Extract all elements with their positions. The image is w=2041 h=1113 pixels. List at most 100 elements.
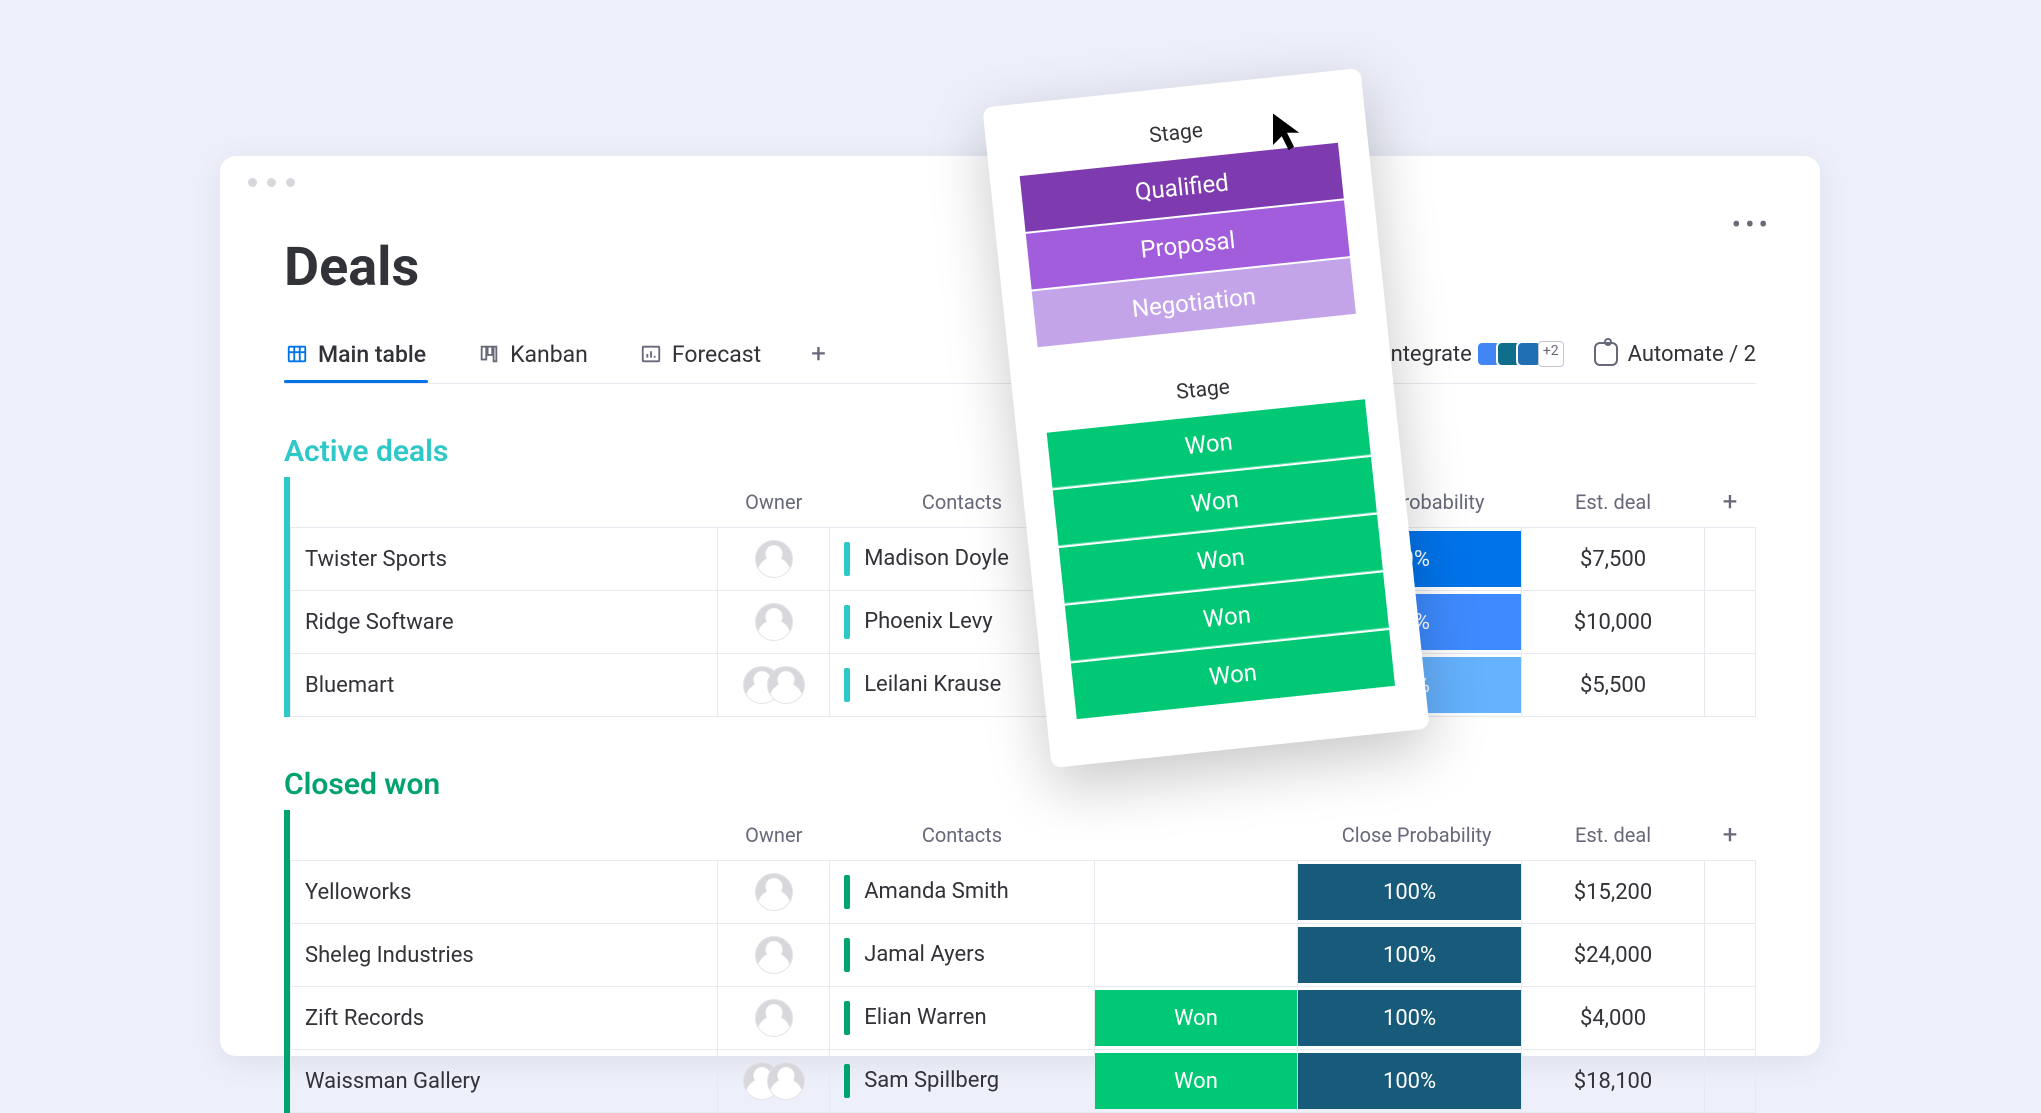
traffic-dot <box>248 178 257 187</box>
probability-cell[interactable]: 100% <box>1298 987 1522 1050</box>
probability-value: 100% <box>1298 927 1521 983</box>
avatar <box>755 999 793 1037</box>
automate-button[interactable]: Automate / 2 <box>1594 342 1756 367</box>
integration-icons: +2 <box>1482 341 1564 367</box>
tab-main-table[interactable]: Main table <box>284 341 428 382</box>
tab-label: Main table <box>318 341 426 368</box>
stage-cell[interactable]: Won <box>1094 1050 1297 1113</box>
cell-empty <box>1705 591 1756 654</box>
table-icon <box>286 343 308 365</box>
deal-name[interactable]: Bluemart <box>291 654 718 717</box>
integration-more-badge: +2 <box>1538 341 1564 367</box>
probability-cell[interactable]: 100% <box>1298 861 1522 924</box>
deal-name[interactable]: Yelloworks <box>291 861 718 924</box>
owner-cell[interactable] <box>718 987 830 1050</box>
table-row[interactable]: Waissman Gallery Sam Spillberg Won 100% … <box>291 1050 1756 1113</box>
right-tools: Integrate +2 Automate / 2 <box>1385 341 1756 381</box>
contact-name: Jamal Ayers <box>864 942 985 967</box>
contact-color-bar <box>844 542 850 576</box>
group-active-deals: Owner Contacts Close Probability Est. de… <box>284 477 1756 717</box>
column-header-contacts[interactable]: Contacts <box>830 810 1095 861</box>
contact-color-bar <box>844 938 850 972</box>
more-menu-icon[interactable]: ••• <box>1732 208 1772 241</box>
owner-cell[interactable] <box>718 591 830 654</box>
owner-cell[interactable] <box>718 1050 830 1113</box>
deal-name[interactable]: Waissman Gallery <box>291 1050 718 1113</box>
kanban-icon <box>478 343 500 365</box>
owner-cell[interactable] <box>718 861 830 924</box>
stage-cell[interactable] <box>1094 924 1297 987</box>
traffic-dot <box>267 178 276 187</box>
avatar <box>755 873 793 911</box>
tab-forecast[interactable]: Forecast <box>638 341 763 382</box>
deal-name[interactable]: Sheleg Industries <box>291 924 718 987</box>
column-header-est-deal[interactable]: Est. deal <box>1521 477 1704 528</box>
tab-label: Forecast <box>672 341 761 368</box>
add-view-button[interactable]: + <box>811 339 826 383</box>
est-deal-cell[interactable]: $4,000 <box>1521 987 1704 1050</box>
contact-cell[interactable]: Jamal Ayers <box>830 924 1095 987</box>
est-deal-cell[interactable]: $5,500 <box>1521 654 1704 717</box>
probability-value: 100% <box>1298 990 1521 1046</box>
column-header-est-deal[interactable]: Est. deal <box>1521 810 1704 861</box>
column-header-close-probability[interactable]: Close Probability <box>1298 810 1522 861</box>
contact-name: Elian Warren <box>864 1005 986 1030</box>
table-row[interactable]: Zift Records Elian Warren Won 100% $4,00… <box>291 987 1756 1050</box>
column-header-owner[interactable]: Owner <box>718 810 830 861</box>
probability-value: 100% <box>1298 864 1521 920</box>
cell-empty <box>1705 924 1756 987</box>
avatar <box>767 1062 805 1100</box>
est-deal-cell[interactable]: $18,100 <box>1521 1050 1704 1113</box>
column-header-owner[interactable]: Owner <box>718 477 830 528</box>
probability-cell[interactable]: 100% <box>1298 1050 1522 1113</box>
est-deal-cell[interactable]: $10,000 <box>1521 591 1704 654</box>
column-header-stage[interactable] <box>1094 810 1297 861</box>
tab-kanban[interactable]: Kanban <box>476 341 590 382</box>
group-closed-won: Owner Contacts Close Probability Est. de… <box>284 810 1756 1113</box>
table-row[interactable]: Sheleg Industries Jamal Ayers 100% $24,0… <box>291 924 1756 987</box>
table-row[interactable]: Ridge Software Phoenix Levy 60% $10,000 <box>291 591 1756 654</box>
add-column-button[interactable]: + <box>1705 810 1756 861</box>
contact-color-bar <box>844 605 850 639</box>
column-header-deal <box>291 810 718 861</box>
contact-color-bar <box>844 875 850 909</box>
stage-popup: Stage Qualified Proposal Negotiation Sta… <box>982 68 1429 768</box>
deal-name[interactable]: Zift Records <box>291 987 718 1050</box>
cell-empty <box>1705 1050 1756 1113</box>
cell-empty <box>1705 528 1756 591</box>
contact-cell[interactable]: Sam Spillberg <box>830 1050 1095 1113</box>
stage-cell[interactable] <box>1094 861 1297 924</box>
deal-name[interactable]: Twister Sports <box>291 528 718 591</box>
probability-cell[interactable]: 100% <box>1298 924 1522 987</box>
table-row[interactable]: Bluemart Leilani Krause 40% $5,500 <box>291 654 1756 717</box>
owner-cell[interactable] <box>718 528 830 591</box>
stage-cell[interactable]: Won <box>1094 987 1297 1050</box>
est-deal-cell[interactable]: $15,200 <box>1521 861 1704 924</box>
est-deal-cell[interactable]: $7,500 <box>1521 528 1704 591</box>
robot-icon <box>1594 342 1618 366</box>
avatar <box>767 666 805 704</box>
traffic-dot <box>286 178 295 187</box>
tab-label: Kanban <box>510 341 588 368</box>
probability-value: 100% <box>1298 1053 1521 1109</box>
avatar <box>755 603 793 641</box>
contact-color-bar <box>844 1064 850 1098</box>
avatar <box>755 540 793 578</box>
contact-name: Amanda Smith <box>864 879 1009 904</box>
contact-cell[interactable]: Amanda Smith <box>830 861 1095 924</box>
contact-cell[interactable]: Elian Warren <box>830 987 1095 1050</box>
stage-value: Won <box>1095 990 1297 1046</box>
table-row[interactable]: Yelloworks Amanda Smith 100% $15,200 <box>291 861 1756 924</box>
deal-name[interactable]: Ridge Software <box>291 591 718 654</box>
contact-color-bar <box>844 1001 850 1035</box>
chart-icon <box>640 343 662 365</box>
est-deal-cell[interactable]: $24,000 <box>1521 924 1704 987</box>
table-row[interactable]: Twister Sports Madison Doyle 80% $7,500 <box>291 528 1756 591</box>
integrate-button[interactable]: Integrate +2 <box>1385 341 1564 367</box>
owner-cell[interactable] <box>718 654 830 717</box>
contact-color-bar <box>844 668 850 702</box>
automate-label: Automate / 2 <box>1628 342 1756 367</box>
add-column-button[interactable]: + <box>1705 477 1756 528</box>
owner-cell[interactable] <box>718 924 830 987</box>
group-title-closed-won[interactable]: Closed won <box>284 767 1756 802</box>
